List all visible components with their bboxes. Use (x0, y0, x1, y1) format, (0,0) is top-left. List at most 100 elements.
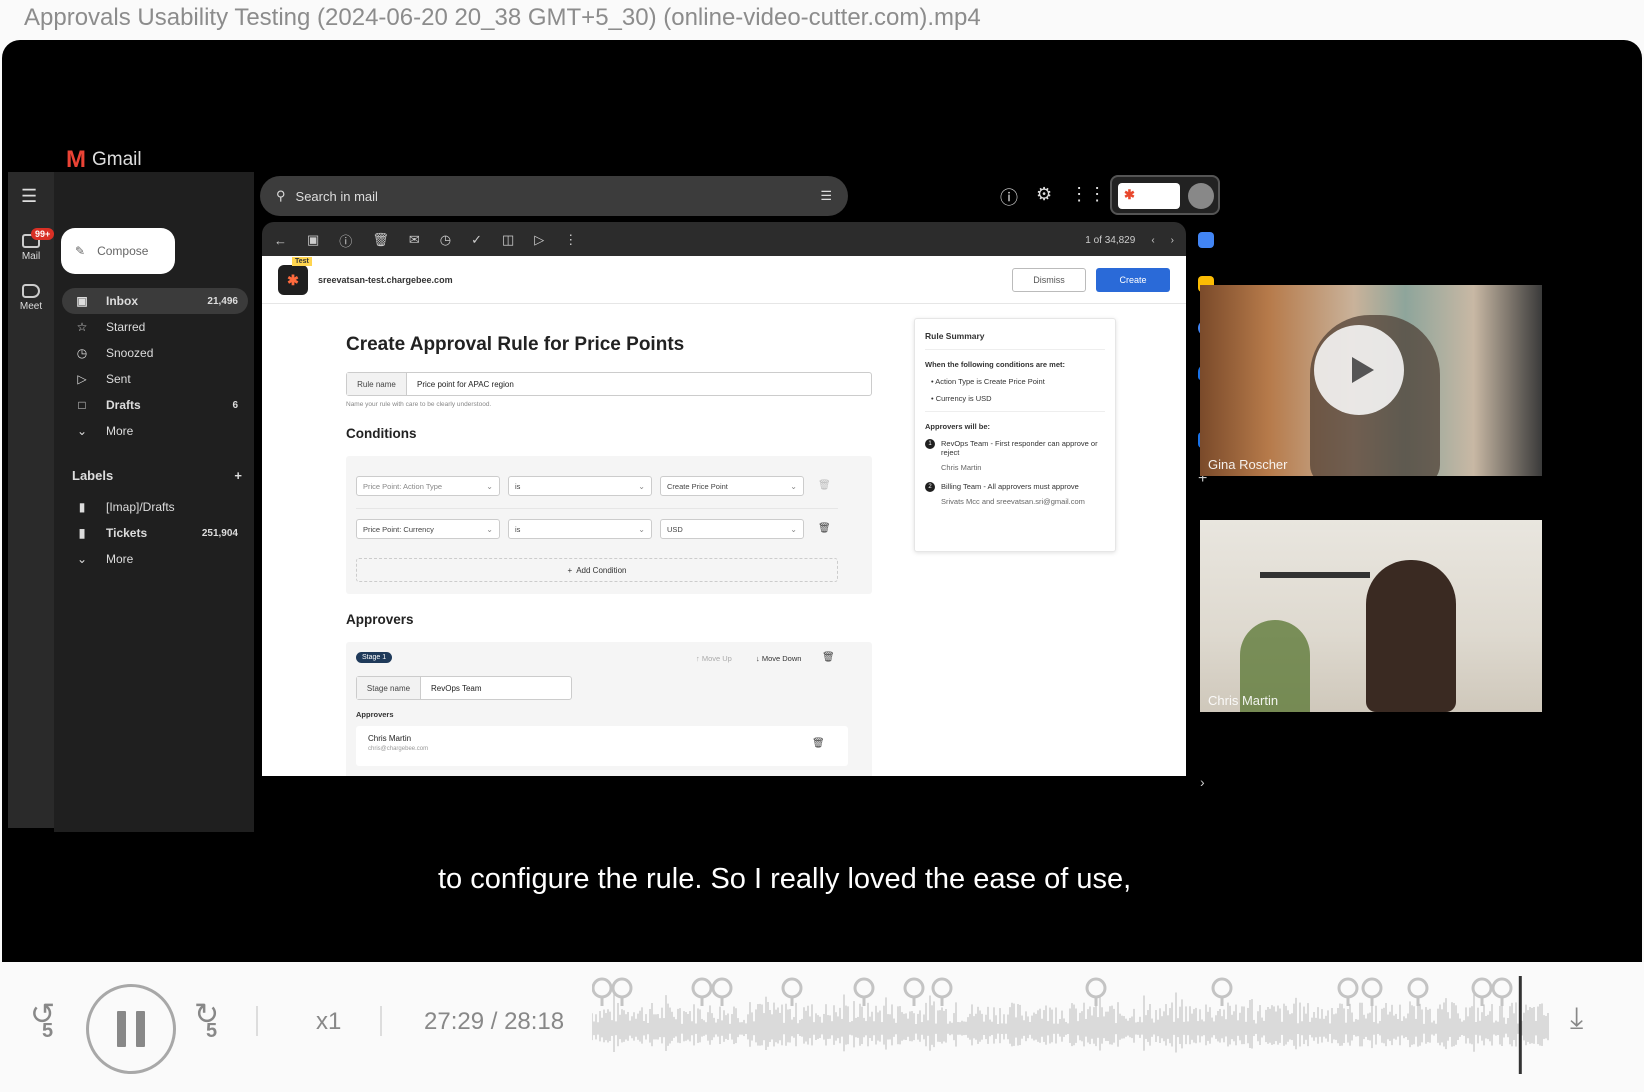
comment-marker-icon (711, 977, 733, 1006)
participant-tile-gina: Gina Roscher (1200, 285, 1542, 476)
player-controls: ↺ 5 ↻ 5 x1 27:29 / 28:18 ⤓ (0, 962, 1644, 1092)
label-item-imap-drafts[interactable]: ▮ [Imap]/Drafts (62, 494, 248, 520)
plus-icon: + (567, 565, 573, 575)
nav-item-drafts[interactable]: □ Drafts 6 (62, 392, 248, 418)
archive-icon[interactable]: ▣ (307, 232, 319, 248)
snooze-icon[interactable]: ◷ (440, 232, 451, 248)
time-display: 27:29 / 28:18 (424, 1008, 565, 1035)
rail-mail[interactable]: 99+ Mail (8, 228, 55, 262)
help-icon[interactable]: ⓘ (1000, 184, 1018, 210)
add-condition-button[interactable]: + Add Condition (356, 558, 838, 582)
nav-item-inbox[interactable]: ▣ Inbox 21,496 (62, 288, 248, 314)
condition-operator-select[interactable]: is ⌄ (508, 519, 652, 539)
account-switcher[interactable]: ✱ (1110, 175, 1220, 215)
label-name: [Imap]/Drafts (106, 500, 175, 514)
playback-speed-button[interactable]: x1 (316, 1008, 341, 1036)
condition-operator-select[interactable]: is ⌄ (508, 476, 652, 496)
inbox-icon: ▣ (76, 294, 88, 308)
divider (356, 508, 838, 509)
delete-approver-icon[interactable]: 🗑 (812, 738, 825, 749)
rule-name-label: Rule name (347, 373, 407, 395)
move-to-icon[interactable]: ◫ (502, 232, 514, 248)
participant-video (1366, 560, 1456, 712)
compose-label: Compose (97, 244, 149, 258)
step-sub: Chris Martin (941, 463, 982, 472)
comment-marker-icon (931, 977, 953, 1006)
condition-field-select[interactable]: Price Point: Action Type ⌄ (356, 476, 500, 496)
label-item-tickets[interactable]: ▮ Tickets 251,904 (62, 520, 248, 546)
compose-button[interactable]: ✎ Compose (61, 228, 175, 274)
page-title: Create Approval Rule for Price Points (346, 334, 685, 355)
delete-condition-icon[interactable]: 🗑 (818, 480, 831, 491)
label-icon: ▮ (78, 500, 86, 514)
conditions-panel: Price Point: Action Type ⌄ is ⌄ Create Pri… (346, 456, 872, 594)
stage-name-value[interactable]: RevOps Team (421, 677, 482, 699)
gmail-m-icon: M (66, 146, 86, 173)
select-value: Create Price Point (667, 481, 728, 491)
expand-panel-icon[interactable]: › (1200, 774, 1205, 790)
summary-step: 2 Billing Team - All approvers must appr… (925, 482, 1105, 506)
play-icon[interactable] (1314, 325, 1404, 415)
select-value: is (515, 481, 521, 491)
nav-item-sent[interactable]: ▷ Sent (62, 366, 248, 392)
chevron-left-icon[interactable]: ‹ (1151, 235, 1154, 246)
label-icon[interactable]: ▷ (534, 232, 544, 248)
nav-label: Inbox (106, 294, 138, 308)
nav-item-snoozed[interactable]: ◷ Snoozed (62, 340, 248, 366)
rewind-5-button[interactable]: ↺ 5 (30, 1000, 70, 1046)
forward-5-button[interactable]: ↻ 5 (194, 1000, 234, 1046)
gmail-logo[interactable]: M Gmail (66, 146, 142, 174)
comment-marker-icon (691, 977, 713, 1006)
pause-button[interactable] (86, 984, 176, 1074)
comment-marker-icon (1085, 977, 1107, 1006)
condition-field-select[interactable]: Price Point: Currency ⌄ (356, 519, 500, 539)
waveform-scrubber[interactable] (592, 976, 1550, 1074)
label-count: 251,904 (201, 527, 238, 539)
label-item-more[interactable]: ⌄ More (62, 546, 248, 572)
select-value: Price Point: Currency (363, 524, 434, 534)
participant-name: Gina Roscher (1208, 457, 1288, 472)
rule-name-field[interactable]: Rule name Price point for APAC region (346, 372, 872, 396)
mail-badge: 99+ (31, 228, 55, 240)
add-label-icon[interactable]: + (234, 468, 242, 483)
search-options-icon[interactable]: ☰ (820, 188, 832, 204)
back-arrow-icon[interactable]: ← (274, 233, 287, 248)
rule-name-value[interactable]: Price point for APAC region (407, 373, 514, 395)
apps-grid-icon[interactable]: ⋮⋮ (1070, 184, 1106, 210)
gear-icon[interactable]: ⚙ (1036, 184, 1052, 210)
rail-mail-label: Mail (21, 251, 41, 262)
report-icon[interactable]: ⓘ (339, 231, 352, 250)
step-number: 1 (925, 439, 935, 449)
delete-stage-icon[interactable]: 🗑 (822, 652, 835, 663)
move-up-button[interactable]: ↑ Move Up (696, 654, 732, 663)
summary-condition: • Action Type is Create Price Point (931, 377, 1045, 386)
calendar-icon[interactable] (1198, 232, 1214, 248)
nav-item-more[interactable]: ⌄ More (62, 418, 248, 444)
search-bar[interactable]: ⚲ Search in mail ☰ (260, 176, 848, 216)
approver-card: Chris Martin chris@chargebee.com 🗑 (356, 726, 848, 766)
mark-unread-icon[interactable]: ✉ (409, 232, 420, 248)
dismiss-button[interactable]: Dismiss (1012, 267, 1086, 292)
clock-icon: ◷ (76, 346, 88, 360)
hamburger-menu-icon[interactable]: ☰ (21, 186, 37, 207)
download-icon[interactable]: ⤓ (1570, 1004, 1583, 1034)
nav-item-starred[interactable]: ☆ Starred (62, 314, 248, 340)
stage-name-field[interactable]: Stage name RevOps Team (356, 676, 572, 700)
chevron-right-icon[interactable]: › (1171, 235, 1174, 246)
stage-badge: Stage 1 (356, 652, 393, 663)
delete-icon[interactable]: 🗑 (372, 232, 389, 248)
org-logo-icon: ✱ (1118, 183, 1180, 209)
summary-condition: • Currency is USD (931, 394, 992, 403)
add-task-icon[interactable]: ✓ (471, 232, 482, 248)
condition-value-select[interactable]: Create Price Point ⌄ (660, 476, 804, 496)
more-vert-icon[interactable]: ⋮ (564, 232, 577, 248)
rail-meet[interactable]: Meet (8, 284, 54, 312)
move-down-button[interactable]: ↓ Move Down (756, 654, 801, 663)
condition-value-select[interactable]: USD ⌄ (660, 519, 804, 539)
delete-condition-icon[interactable]: 🗑 (818, 523, 831, 534)
summary-title: Rule Summary (925, 331, 1105, 350)
step-text: Billing Team - All approvers must approv… (941, 482, 1079, 491)
pause-bar (117, 1011, 126, 1047)
pencil-icon: ✎ (75, 244, 86, 258)
create-button[interactable]: Create (1096, 267, 1170, 292)
